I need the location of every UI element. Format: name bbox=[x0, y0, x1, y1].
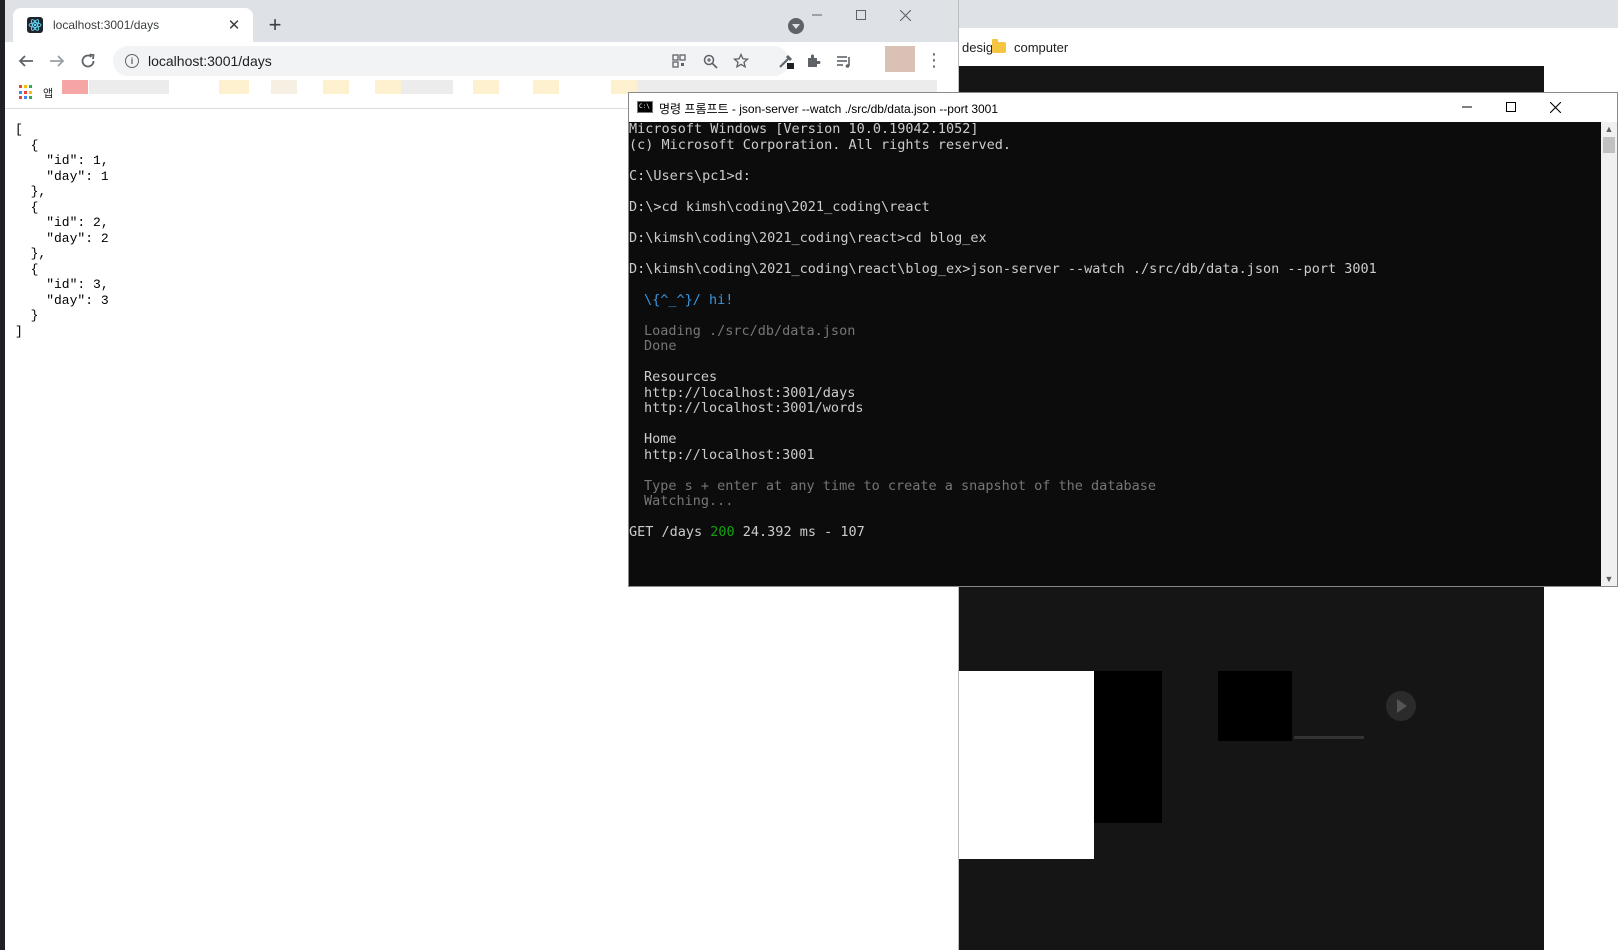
cmd-scrollbar[interactable]: ▲ ▼ bbox=[1601, 122, 1617, 586]
cmd-window-title: 명령 프롬프트 - json-server --watch ./src/db/d… bbox=[659, 102, 999, 116]
background-card bbox=[958, 671, 1094, 859]
cmd-minimize-button[interactable] bbox=[1447, 96, 1487, 118]
bookmark-label: computer bbox=[1014, 39, 1069, 55]
cmd-line: http://localhost:3001/words bbox=[644, 400, 864, 416]
close-window-button[interactable] bbox=[885, 4, 925, 26]
apps-grid-icon[interactable] bbox=[19, 85, 34, 100]
bookmark-star-icon[interactable] bbox=[731, 51, 751, 71]
blurred-bookmark[interactable] bbox=[62, 80, 88, 94]
cmd-close-button[interactable] bbox=[1535, 96, 1575, 118]
blurred-bookmark[interactable] bbox=[219, 80, 249, 94]
background-video-thumbnail bbox=[1094, 671, 1162, 823]
scroll-thumb[interactable] bbox=[1603, 137, 1615, 153]
apps-label[interactable]: 앱 bbox=[43, 85, 53, 101]
cmd-output[interactable]: Microsoft Windows [Version 10.0.19042.10… bbox=[629, 122, 1601, 586]
background-bookmarks-bar: design computer bbox=[940, 28, 1618, 67]
qr-code-icon[interactable] bbox=[669, 51, 689, 71]
profile-avatar[interactable] bbox=[885, 46, 915, 72]
eyedropper-extension-icon[interactable] bbox=[775, 50, 797, 72]
cmd-line: Resources bbox=[644, 369, 718, 385]
cmd-request-log: GET /days 200 24.392 ms - 107 bbox=[629, 524, 865, 541]
folder-icon bbox=[992, 38, 1006, 53]
address-bar[interactable]: i localhost:3001/days bbox=[113, 46, 789, 76]
zoom-icon[interactable] bbox=[700, 51, 720, 71]
cmd-line: Microsoft Windows [Version 10.0.19042.10… bbox=[629, 122, 979, 137]
json-response-body: [ { "id": 1, "day": 1 }, { "id": 2, "day… bbox=[15, 122, 109, 339]
command-prompt-window[interactable]: C:\ 명령 프롬프트 - json-server --watch ./src/… bbox=[628, 92, 1618, 587]
background-tabstrip bbox=[958, 0, 1618, 28]
blurred-bookmark[interactable] bbox=[401, 80, 453, 94]
cmd-line: D:\kimsh\coding\2021_coding\react\blog_e… bbox=[629, 260, 1377, 277]
forward-arrow-icon[interactable] bbox=[46, 50, 68, 72]
cmd-line: Loading ./src/db/data.json bbox=[644, 322, 856, 339]
log-status-code: 200 bbox=[710, 524, 735, 540]
play-icon[interactable] bbox=[1386, 691, 1416, 721]
cmd-line: Done bbox=[644, 338, 677, 354]
new-tab-button[interactable]: + bbox=[263, 14, 287, 38]
cmd-line: Type s + enter at any time to create a s… bbox=[644, 477, 1157, 494]
react-favicon-icon bbox=[27, 17, 43, 33]
tab-strip: localhost:3001/days ✕ + bbox=[5, 0, 958, 42]
url-text: localhost:3001/days bbox=[148, 53, 272, 69]
background-thumbnail bbox=[1218, 671, 1292, 741]
scroll-up-arrow-icon[interactable]: ▲ bbox=[1604, 124, 1614, 134]
log-timing: 24.392 ms - 107 bbox=[734, 524, 865, 540]
maximize-button[interactable] bbox=[841, 4, 881, 26]
cmd-line: Watching... bbox=[644, 493, 734, 509]
background-progress-bar bbox=[1294, 736, 1364, 739]
blurred-bookmark[interactable] bbox=[271, 80, 297, 94]
reload-icon[interactable] bbox=[77, 50, 99, 72]
cmd-line: (c) Microsoft Corporation. All rights re… bbox=[629, 136, 1012, 153]
menu-dots-icon[interactable]: ⋮ bbox=[925, 50, 943, 72]
scroll-down-arrow-icon[interactable]: ▼ bbox=[1604, 574, 1614, 584]
browser-toolbar: i localhost:3001/days ⋮ bbox=[5, 42, 958, 80]
tab-title: localhost:3001/days bbox=[53, 18, 160, 32]
cmd-line: D:\kimsh\coding\2021_coding\react>cd blo… bbox=[629, 229, 987, 246]
blurred-bookmark[interactable] bbox=[533, 80, 559, 94]
back-arrow-icon[interactable] bbox=[15, 50, 37, 72]
cmd-app-icon: C:\ bbox=[637, 101, 653, 113]
cmd-line: C:\Users\pc1>d: bbox=[629, 167, 751, 184]
close-tab-icon[interactable]: ✕ bbox=[225, 16, 243, 34]
cmd-title-bar[interactable]: C:\ 명령 프롬프트 - json-server --watch ./src/… bbox=[629, 93, 1617, 122]
blurred-bookmark[interactable] bbox=[89, 80, 169, 94]
cmd-line: Home bbox=[644, 431, 677, 447]
cmd-line: http://localhost:3001 bbox=[644, 446, 815, 463]
extensions-puzzle-icon[interactable] bbox=[803, 50, 825, 72]
blurred-bookmark[interactable] bbox=[375, 80, 401, 94]
log-method-path: GET /days bbox=[629, 524, 711, 540]
cmd-maximize-button[interactable] bbox=[1491, 96, 1531, 118]
tab-localhost-days[interactable]: localhost:3001/days ✕ bbox=[13, 8, 253, 42]
reading-list-icon[interactable] bbox=[833, 50, 855, 72]
blurred-bookmark[interactable] bbox=[473, 80, 499, 94]
bookmark-computer[interactable]: computer bbox=[992, 38, 1068, 56]
blurred-bookmark[interactable] bbox=[323, 80, 349, 94]
cmd-line: http://localhost:3001/days bbox=[644, 384, 856, 401]
cmd-line-greeting: \{^_^}/ hi! bbox=[644, 291, 734, 308]
site-info-icon[interactable]: i bbox=[125, 54, 139, 68]
minimize-button[interactable] bbox=[797, 4, 837, 26]
cmd-line: D:\>cd kimsh\coding\2021_coding\react bbox=[629, 198, 930, 215]
